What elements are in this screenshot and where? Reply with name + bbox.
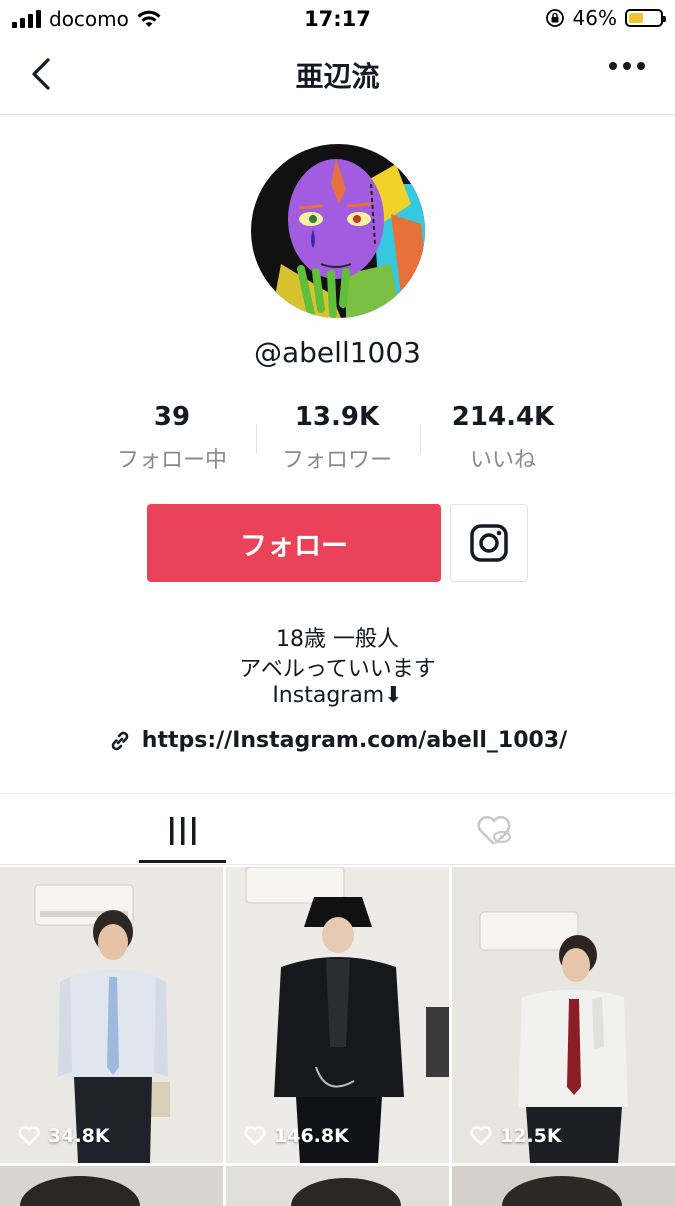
- stat-followers[interactable]: 13.9K フォロワー: [247, 402, 427, 474]
- video-thumbnail[interactable]: 34.8K: [0, 867, 223, 1163]
- stat-label: フォロワー: [281, 448, 392, 473]
- status-right: 46%: [545, 6, 666, 30]
- bio-line: 18歳 一般人: [276, 627, 399, 652]
- instagram-button[interactable]: [450, 504, 528, 582]
- likes-count: 34.8K: [48, 1125, 110, 1147]
- video-thumbnail[interactable]: 12.5K: [452, 867, 675, 1163]
- stat-value: 39: [153, 402, 191, 432]
- heart-icon: [470, 1126, 492, 1146]
- likes-count: 12.5K: [500, 1125, 562, 1147]
- video-thumbnail[interactable]: [226, 1166, 449, 1206]
- video-likes: 12.5K: [470, 1125, 562, 1147]
- stat-following[interactable]: 39 フォロー中: [82, 402, 262, 474]
- avatar[interactable]: [251, 144, 425, 318]
- video-thumbnail[interactable]: 146.8K: [226, 867, 449, 1163]
- heart-icon: [244, 1126, 266, 1146]
- follow-button[interactable]: フォロー: [147, 504, 441, 582]
- grid-lines-icon: [169, 817, 195, 845]
- heart-icon: [18, 1126, 40, 1146]
- video-thumbnail[interactable]: [0, 1166, 223, 1206]
- battery-level: [629, 13, 643, 23]
- likes-count: 146.8K: [274, 1125, 349, 1147]
- video-preview: [452, 867, 675, 1163]
- heart-hidden-icon: [476, 815, 511, 845]
- battery-icon: [625, 9, 666, 27]
- more-dots-icon: [609, 62, 617, 70]
- profile-link[interactable]: https://Instagram.com/abell_1003/: [0, 728, 675, 753]
- more-button[interactable]: [609, 62, 645, 70]
- battery-percent: 46%: [572, 6, 617, 30]
- bio-line: アベルっていいます: [239, 657, 436, 682]
- rotation-lock-icon: [545, 9, 564, 27]
- tabs-divider: [0, 793, 675, 794]
- avatar-illustration: [251, 144, 425, 318]
- tabs-divider-bottom: [0, 864, 675, 865]
- nav-divider: [0, 114, 675, 115]
- stat-likes[interactable]: 214.4K いいね: [413, 402, 593, 474]
- status-bar: docomo 17:17 46%: [0, 0, 675, 40]
- video-preview: [226, 867, 449, 1163]
- stat-label: フォロー中: [116, 448, 227, 473]
- video-likes: 34.8K: [18, 1125, 110, 1147]
- page-title: 亜辺流: [295, 60, 380, 93]
- active-tab-indicator: [139, 860, 226, 863]
- instagram-icon: [470, 524, 508, 562]
- video-likes: 146.8K: [244, 1125, 349, 1147]
- bio-line: Instagram⬇︎: [272, 683, 403, 708]
- video-thumbnail[interactable]: [452, 1166, 675, 1206]
- link-text: https://Instagram.com/abell_1003/: [141, 728, 568, 753]
- stat-value: 13.9K: [294, 402, 380, 432]
- tab-liked[interactable]: [450, 800, 537, 862]
- link-icon: [111, 731, 129, 750]
- video-preview: [0, 867, 223, 1163]
- tab-videos[interactable]: [139, 800, 226, 862]
- stat-label: いいね: [469, 448, 536, 473]
- username: @abell1003: [254, 336, 421, 369]
- stat-value: 214.4K: [451, 402, 555, 432]
